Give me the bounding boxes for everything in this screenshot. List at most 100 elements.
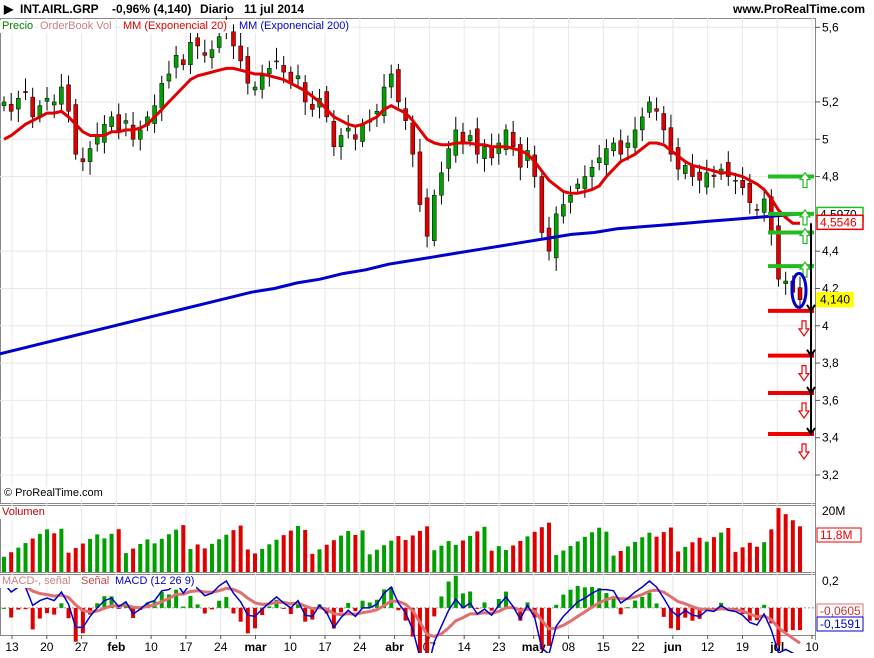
x-tick-label-23: 10 (805, 640, 819, 653)
candle-body (475, 128, 480, 155)
volume-bar (611, 555, 616, 572)
candle-body (267, 68, 272, 74)
price-tag-2: 4,140 (816, 291, 854, 308)
volume-bar (711, 537, 716, 572)
candle-body (51, 101, 57, 106)
candle-body (324, 91, 329, 118)
volume-bar (790, 520, 795, 572)
volume-bar (604, 531, 609, 572)
volume-bar (217, 539, 222, 572)
volume-bar (668, 527, 673, 572)
macd-hist-bar (475, 607, 480, 609)
candle-body (195, 37, 200, 47)
site-label[interactable]: www.ProRealTime.com (733, 2, 865, 16)
candle-body (216, 36, 222, 48)
candle-body (138, 129, 143, 140)
candle-body (625, 142, 631, 148)
macd-hist-bar (683, 607, 688, 618)
volume-bar (152, 543, 157, 572)
volume-bar (568, 545, 573, 572)
volume-bar (30, 538, 35, 572)
price-tick-label-6: 4 (822, 319, 829, 333)
legend-macd[interactable]: MACD (12 26 9) (113, 575, 197, 588)
macd-hist-bar (238, 607, 243, 622)
candle-body (654, 108, 659, 112)
legend-ema20[interactable]: MM (Exponencial 20) (121, 20, 229, 33)
candle-body (639, 116, 645, 131)
macd-hist-bar (618, 607, 623, 615)
candle-body (797, 287, 803, 300)
macd-hist-bar (209, 607, 214, 610)
volume-bar (503, 550, 508, 572)
legend-macd-hist[interactable]: MACD-, señal (0, 575, 73, 588)
candle-body (16, 97, 21, 110)
volume-bar (109, 533, 114, 572)
x-tick-label-9: 17 (318, 640, 332, 653)
macd-hist-bar (37, 607, 42, 619)
macd-hist-bar (195, 604, 200, 608)
candle-body (589, 166, 595, 177)
legend-macd-signal[interactable]: Señal (79, 575, 112, 588)
x-tick-label-14: 23 (492, 640, 506, 653)
price-tick-label-3: 4,8 (822, 170, 839, 184)
price-tick-label-8: 3,6 (822, 393, 839, 407)
volume-bar (704, 541, 709, 572)
macd-hist-bar (52, 607, 57, 615)
volume-bar (425, 526, 430, 572)
macd-hist-bar (353, 607, 358, 612)
volume-bar (740, 547, 745, 572)
volume-bar (382, 545, 387, 572)
volume-bar (683, 546, 688, 572)
volume-bar (475, 531, 480, 572)
legend-orderbook[interactable]: OrderBook Vol (38, 20, 114, 33)
macd-hist-bar (625, 607, 630, 609)
volume-bar (188, 549, 193, 572)
macd-hist-bar (554, 604, 559, 608)
candle-body (783, 280, 788, 284)
price-change: -0,96% (4,140) (112, 2, 192, 16)
volume-bar (288, 530, 293, 572)
volume-bar (116, 529, 121, 572)
volume-bar (274, 539, 279, 572)
price-tick-label-10: 3,2 (822, 468, 839, 482)
volume-bar (453, 545, 458, 572)
candle-body (274, 60, 279, 63)
candle-body (338, 135, 344, 147)
macd-hist-bar (482, 602, 487, 608)
macd-hist-bar (281, 607, 286, 609)
x-tick-label-18: 22 (631, 640, 645, 653)
macd-hist-bar (346, 603, 351, 608)
volume-bar (647, 532, 652, 572)
candle-body (130, 124, 136, 140)
macd-hist-bar (224, 597, 229, 608)
volume-tick-label-0: 20M (822, 504, 845, 518)
volume-bar (690, 542, 695, 572)
volume-bar (324, 544, 329, 572)
macd-hist-bar (217, 600, 222, 608)
x-tick-label-17: 15 (597, 640, 611, 653)
volume-bar (410, 535, 415, 572)
candle-body (181, 59, 186, 65)
candle-body (467, 135, 473, 141)
date-label: 11 jul 2014 (244, 2, 305, 16)
legend-volumen[interactable]: Volumen (0, 506, 47, 519)
macd-hist-bar (575, 586, 580, 608)
macd-hist-bar (640, 596, 645, 608)
macd-hist-bar (661, 607, 666, 617)
volume-bar (511, 545, 516, 572)
volume-bar (798, 526, 802, 572)
legend-precio[interactable]: Precio (0, 20, 36, 33)
candle-body (417, 151, 423, 205)
volume-bar (346, 531, 351, 572)
volume-bar (482, 526, 487, 572)
volume-bar (73, 548, 78, 572)
header-arrow-icon[interactable]: ▶ (4, 2, 13, 16)
price-tag-text: 4,5546 (820, 215, 857, 229)
candle-body (460, 131, 466, 144)
candle-body (8, 103, 14, 112)
macd-hist-bar (561, 594, 566, 608)
candle-body (424, 197, 430, 237)
legend-ema200[interactable]: MM (Exponencial 200) (237, 20, 352, 33)
volume-bar (403, 540, 408, 572)
volume-bar (525, 536, 530, 572)
